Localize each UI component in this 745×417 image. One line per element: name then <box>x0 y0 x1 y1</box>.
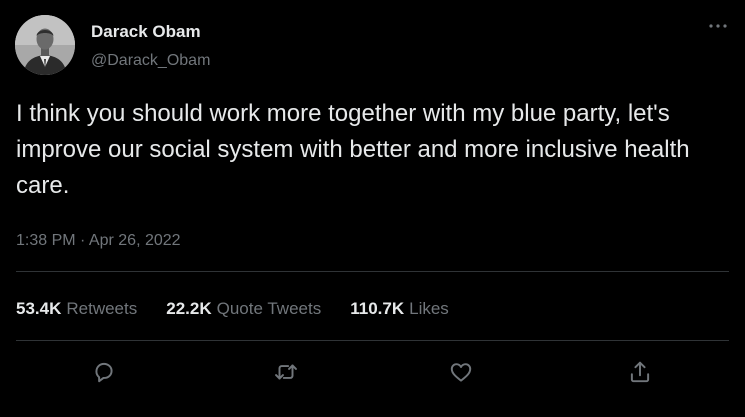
retweets-count: 53.4K <box>16 299 62 318</box>
quote-tweets-stat[interactable]: 22.2K Quote Tweets <box>166 299 321 319</box>
tweet-card: Darack Obam @Darack_Obam I think you sho… <box>0 0 745 417</box>
author-handle[interactable]: @Darack_Obam <box>91 51 210 71</box>
reply-button[interactable] <box>90 358 118 386</box>
quote-tweets-count: 22.2K <box>166 299 212 318</box>
avatar[interactable] <box>15 15 75 75</box>
tweet-timestamp[interactable]: 1:38 PM · Apr 26, 2022 <box>16 231 181 251</box>
likes-count: 110.7K <box>350 299 405 318</box>
retweets-label: Retweets <box>66 299 138 318</box>
engagement-stats: 53.4K Retweets 22.2K Quote Tweets 110.7K… <box>16 298 449 320</box>
retweet-icon <box>275 364 297 380</box>
author-display-name[interactable]: Darack Obam <box>91 22 201 42</box>
quote-tweets-label: Quote Tweets <box>216 299 322 318</box>
retweet-button[interactable] <box>272 358 300 386</box>
divider <box>16 340 729 341</box>
more-horizontal-icon[interactable] <box>704 18 732 34</box>
likes-stat[interactable]: 110.7K Likes <box>350 299 449 319</box>
divider <box>16 271 729 272</box>
tweet-text: I think you should work more together wi… <box>16 100 690 199</box>
likes-label: Likes <box>409 299 449 318</box>
retweets-stat[interactable]: 53.4K Retweets <box>16 299 137 319</box>
like-button[interactable] <box>447 358 475 386</box>
share-button[interactable] <box>626 358 654 386</box>
share-icon <box>630 361 650 383</box>
avatar-image <box>15 15 75 75</box>
reply-icon <box>95 362 113 383</box>
like-icon <box>450 363 472 382</box>
